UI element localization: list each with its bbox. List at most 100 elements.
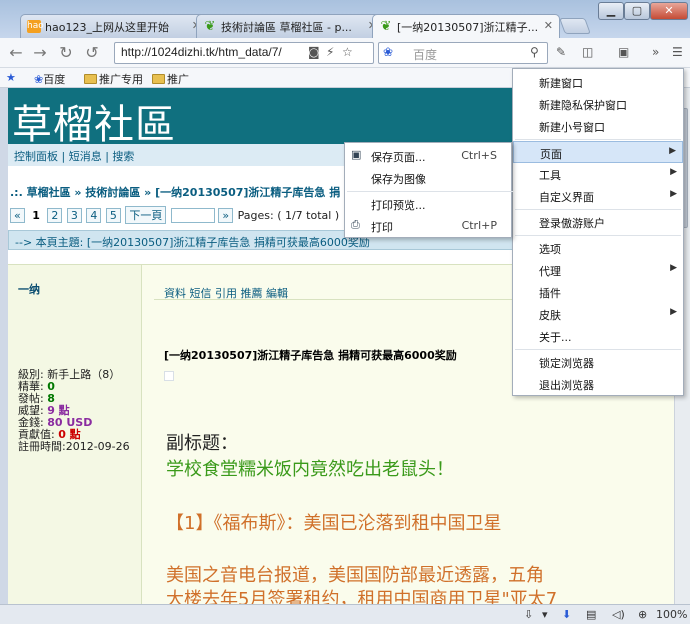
chevron-right-icon: ▶: [670, 263, 677, 273]
tab-title: hao123_上网从这里开始: [45, 21, 169, 34]
pager-next[interactable]: 下一頁: [125, 206, 167, 224]
zoom-icon[interactable]: ⊕: [638, 608, 647, 621]
menu-item-lock-browser[interactable]: 锁定浏览器: [513, 351, 683, 373]
chevron-down-icon[interactable]: ▾: [542, 608, 548, 621]
site-title: 草榴社區: [12, 102, 176, 148]
breadcrumb[interactable]: .:. 草榴社區 » 技術討論區 » [一纳20130507]浙江精子库告急 捐: [10, 184, 340, 200]
page-jump-input[interactable]: [170, 208, 215, 223]
reload-icon[interactable]: ↻: [56, 43, 76, 62]
user-reg-time: 註冊時間:2012-09-26: [18, 440, 130, 453]
user-info: 級別: 新手上路（8） 精華: 0 發帖: 8 威望: 9 點 金錢: 80 U…: [18, 369, 130, 453]
pager: « 1 2 3 4 5 下一頁 » Pages: ( 1/7 total ): [10, 206, 339, 224]
lightning-icon[interactable]: ⚡: [326, 45, 334, 59]
close-icon[interactable]: ✕: [544, 19, 553, 32]
pager-page-1: 1: [32, 209, 40, 222]
menu-item-options[interactable]: 选项: [513, 237, 683, 259]
bookmark-folder-tuiguang[interactable]: 推广: [152, 71, 189, 87]
menu-separator: [515, 209, 681, 210]
menu-item-new-alt-window[interactable]: 新建小号窗口: [513, 115, 683, 137]
paw-icon: ❀: [34, 73, 44, 86]
camera-icon[interactable]: ◫: [582, 45, 593, 59]
star-icon[interactable]: ☆: [342, 45, 353, 59]
printer-icon: ⎙: [351, 218, 360, 231]
menu-item-customize[interactable]: 自定义界面 ▶: [513, 185, 683, 207]
menu-item-exit-browser[interactable]: 退出浏览器: [513, 373, 683, 395]
address-bar[interactable]: http://1024dizhi.tk/htm_data/7/: [114, 42, 374, 64]
chevron-right-icon: ▶: [669, 146, 676, 156]
pen-icon[interactable]: ✎: [556, 45, 566, 59]
notes-icon[interactable]: ▤: [586, 608, 596, 621]
menu-item-tools[interactable]: 工具 ▶: [513, 163, 683, 185]
extensions-icon[interactable]: ▣: [618, 45, 629, 59]
leaf-icon: ❦: [380, 19, 392, 34]
tab-forum[interactable]: ❦ 技術討論區 草榴社區 - p... ✕: [196, 14, 384, 38]
submenu-item-print-preview[interactable]: 打印预览...: [345, 193, 511, 215]
leaf-icon: ❦: [204, 19, 216, 34]
post-line-1: 【1】《福布斯》：美国已沦落到租中国卫星: [166, 513, 502, 534]
menu-item-plugins[interactable]: 插件: [513, 281, 683, 303]
tab-title: 技術討論區 草榴社區 - p...: [221, 21, 352, 34]
pager-prev[interactable]: «: [10, 208, 25, 223]
bookmark-folder-tuiguang-zhuanyong[interactable]: 推广专用: [84, 71, 143, 87]
menu-separator: [515, 139, 681, 140]
favorites-star-icon[interactable]: ★: [6, 71, 16, 84]
download-icon[interactable]: ⇩: [524, 608, 533, 621]
post-title: [一纳20130507]浙江精子库告急 捐精可获最高6000奖励: [164, 349, 457, 362]
chevron-right-icon: ▶: [670, 189, 677, 199]
menu-item-new-window[interactable]: 新建窗口: [513, 71, 683, 93]
pager-page-3[interactable]: 3: [66, 208, 82, 223]
bookmark-reader-icon[interactable]: ◙: [308, 45, 320, 59]
tab-hao123[interactable]: hao hao123_上网从这里开始 ✕: [20, 14, 208, 38]
browser-main-menu: 新建窗口 新建隐私保护窗口 新建小号窗口 页面 ▶ 工具 ▶ 自定义界面 ▶ 登录傲游…: [512, 68, 684, 396]
zoom-level[interactable]: 100%: [656, 608, 687, 621]
menu-item-proxy[interactable]: 代理 ▶: [513, 259, 683, 281]
chevron-right-icon: ▶: [670, 167, 677, 177]
new-tab-button[interactable]: [559, 18, 591, 34]
speaker-icon[interactable]: ◁): [612, 608, 625, 621]
close-window-button[interactable]: ✕: [650, 2, 688, 20]
menu-item-page[interactable]: 页面 ▶: [513, 141, 683, 163]
chevron-right-icon: ▶: [670, 307, 677, 317]
submenu-item-print[interactable]: ⎙ 打印 Ctrl+P: [345, 215, 511, 237]
pager-page-4[interactable]: 4: [86, 208, 102, 223]
post-line-3: 大楼去年5月签署租约，租用中国商用卫星"亚太7: [166, 589, 558, 604]
maximize-button[interactable]: ▢: [624, 2, 650, 20]
menu-item-skins[interactable]: 皮肤 ▶: [513, 303, 683, 325]
menu-separator: [515, 235, 681, 236]
post-author[interactable]: 一纳: [18, 281, 40, 297]
title-bar: hao hao123_上网从这里开始 ✕ ❦ 技術討論區 草榴社區 - p...…: [0, 0, 690, 38]
folder-icon: [84, 74, 97, 84]
pager-page-5[interactable]: 5: [105, 208, 121, 223]
pager-info: Pages: ( 1/7 total ): [237, 209, 340, 222]
submenu-item-save-as-image[interactable]: 保存为图像: [345, 167, 511, 189]
folder-icon: [152, 74, 165, 84]
post-sidebar: 一纳 級別: 新手上路（8） 精華: 0 發帖: 8 威望: 9 點 金錢: 8…: [8, 265, 142, 604]
more-icon[interactable]: »: [652, 45, 659, 59]
tab-topic[interactable]: ❦ [一纳20130507]浙江精子... ✕: [372, 14, 560, 38]
image-placeholder: [164, 371, 174, 381]
page-submenu: ▣ 保存页面... Ctrl+S 保存为图像 打印预览... ⎙ 打印 Ctrl…: [344, 142, 513, 238]
menu-separator: [347, 191, 513, 192]
menu-separator: [515, 349, 681, 350]
minimize-button[interactable]: ▁: [598, 2, 624, 20]
menu-item-login[interactable]: 登录傲游账户: [513, 211, 683, 233]
forward-icon[interactable]: →: [30, 43, 50, 62]
search-input[interactable]: 百度: [378, 42, 548, 64]
status-bar: ⇩ ▾ ⬇ ▤ ◁) ⊕ 100%: [0, 604, 690, 624]
undo-close-icon[interactable]: ↺: [82, 43, 102, 62]
tab-title: [一纳20130507]浙江精子...: [397, 21, 537, 34]
post-line-2: 美国之音电台报道，美国国防部最近透露，五角: [166, 565, 544, 586]
submenu-item-save-page[interactable]: ▣ 保存页面... Ctrl+S: [345, 145, 511, 167]
post-line-green: 学校食堂糯米饭内竟然吃出老鼠头！: [166, 459, 454, 480]
pager-go[interactable]: »: [218, 208, 234, 223]
menu-item-about[interactable]: 关于...: [513, 325, 683, 347]
menu-item-new-private-window[interactable]: 新建隐私保护窗口: [513, 93, 683, 115]
bookmark-baidu[interactable]: ❀百度: [34, 71, 65, 87]
post-subtitle: 副标题：: [166, 433, 238, 454]
baidu-paw-icon[interactable]: ❀: [383, 45, 393, 59]
search-icon[interactable]: ⚲: [530, 45, 539, 59]
back-icon[interactable]: ←: [6, 43, 26, 62]
arrow-down-icon[interactable]: ⬇: [562, 608, 571, 621]
menu-icon[interactable]: ☰: [672, 45, 683, 59]
pager-page-2[interactable]: 2: [47, 208, 63, 223]
